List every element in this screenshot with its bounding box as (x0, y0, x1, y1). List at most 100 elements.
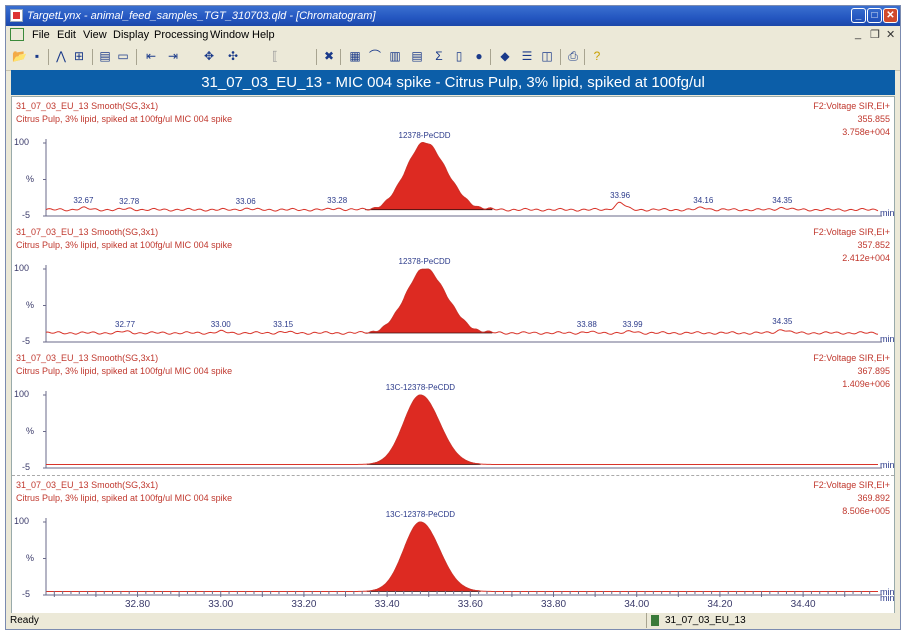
split-v-icon[interactable]: ◫ (540, 49, 554, 63)
sum-icon[interactable]: Σ (432, 49, 446, 63)
retention-time-label: 32.77 (115, 319, 136, 329)
integrated-peak (365, 142, 493, 211)
minimize-button[interactable]: _ (851, 8, 866, 23)
status-file-name: 31_07_03_EU_13 (665, 615, 746, 626)
x-tick-label: 34.00 (624, 599, 650, 610)
save-icon[interactable]: ▪ (30, 49, 44, 63)
x-tick-label: 34.40 (790, 599, 816, 610)
menu-window[interactable]: Window (210, 29, 249, 41)
chromatogram-plot (43, 265, 882, 343)
chromatogram-panel[interactable]: 31_07_03_EU_13 Smooth(SG,3x1) Citrus Pulp… (12, 349, 895, 475)
toolbar-separator (490, 49, 491, 65)
table-icon[interactable]: ▤ (410, 49, 424, 63)
mdi-minimize-button[interactable]: _ (855, 28, 861, 40)
chromatogram-area: 31_07_03_EU_13 Smooth(SG,3x1) Citrus Pulp… (11, 96, 895, 614)
toolbar-separator (92, 49, 93, 65)
spectrum-icon[interactable]: ▦ (348, 49, 362, 63)
menu-edit[interactable]: Edit (57, 29, 76, 41)
toolbar: 📂 ▪ ⋀ ⊞ ▤ ▭ ⇤ ⇥ ✥ ✣ ⟦ ✖ ▦ ⌒ ▥ ▤ Σ ▯ ● ◆ … (6, 44, 900, 71)
mdi-close-button[interactable]: ✕ (886, 28, 895, 41)
retention-time-label: 32.67 (73, 196, 94, 205)
maximize-button[interactable]: □ (867, 8, 882, 23)
help-icon[interactable]: ? (590, 49, 604, 63)
shift-left-icon[interactable]: ⇤ (144, 49, 158, 63)
bracket-icon[interactable]: ⟦ (268, 49, 282, 63)
menu-view[interactable]: View (83, 29, 107, 41)
x-axis: 32.80 33.00 33.20 33.40 33.60 33.80 34.00 34.20… (12, 591, 895, 613)
menu-bar: File Edit View Display Processing Window… (6, 26, 900, 44)
status-bar: Ready 31_07_03_EU_13 (6, 613, 900, 629)
retention-time-label: 33.06 (235, 196, 256, 206)
retention-time-label: 34.35 (772, 195, 793, 205)
print-icon[interactable]: ⎙ (566, 49, 580, 63)
x-tick-label: 33.00 (208, 599, 234, 610)
globe-icon[interactable]: ● (472, 49, 486, 63)
integrated-peak (366, 521, 481, 592)
shift-right-icon[interactable]: ⇥ (166, 49, 180, 63)
menu-display[interactable]: Display (113, 29, 149, 41)
zoom-in-icon[interactable]: ✥ (202, 49, 216, 63)
chromatogram-panel[interactable]: 31_07_03_EU_13 Smooth(SG,3x1) Citrus Pulp… (12, 475, 895, 602)
peak-name-label: 12378-PeCDD (398, 131, 451, 140)
chromatogram-trace (46, 521, 878, 592)
close-button[interactable]: ✕ (883, 8, 898, 23)
toolbar-separator (340, 49, 341, 65)
status-file-cell: 31_07_03_EU_13 (646, 613, 901, 628)
chromatogram-icon[interactable]: ⌒ (368, 49, 382, 63)
toolbar-separator (584, 49, 585, 65)
layers-icon[interactable]: ◆ (498, 49, 512, 63)
chromatogram-plot (43, 391, 882, 469)
toolbar-separator (316, 49, 317, 65)
toolbar-separator (560, 49, 561, 65)
chromatogram-doc-icon[interactable] (10, 28, 24, 41)
retention-time-label: 33.28 (327, 196, 348, 206)
monitor-icon[interactable]: ▭ (116, 49, 130, 63)
toolbar-separator (136, 49, 137, 65)
chromatogram-header: 31_07_03_EU_13 - MIC 004 spike - Citrus … (11, 70, 895, 95)
peak-name-label: 12378-PeCDD (398, 257, 451, 266)
cross-icon[interactable]: ✖ (322, 49, 336, 63)
integrate-icon[interactable]: ⊞ (72, 49, 86, 63)
x-unit-label: min (880, 593, 895, 603)
chromatogram-panel[interactable]: 31_07_03_EU_13 Smooth(SG,3x1) Citrus Pulp… (12, 97, 895, 223)
peak-name-label: 13C-12378-PeCDD (385, 383, 456, 392)
integrated-peak (365, 268, 493, 334)
retention-time-label: 34.35 (772, 317, 793, 327)
retention-time-label: 33.15 (273, 319, 294, 329)
toolbar-separator (48, 49, 49, 65)
menu-help[interactable]: Help (252, 29, 275, 41)
retention-time-label: 33.96 (610, 190, 631, 200)
bar-icon[interactable]: ▥ (388, 49, 402, 63)
menu-file[interactable]: File (32, 29, 50, 41)
zoom-out-icon[interactable]: ✣ (226, 49, 240, 63)
app-icon (10, 9, 23, 22)
copy-icon[interactable]: ▤ (98, 49, 112, 63)
x-tick-label: 33.60 (457, 599, 483, 610)
status-text: Ready (10, 615, 39, 626)
peak-name-label: 13C-12378-PeCDD (385, 510, 456, 519)
peak-icon[interactable]: ⋀ (54, 49, 68, 63)
book-icon[interactable]: ▯ (452, 49, 466, 63)
x-tick-label: 33.40 (374, 599, 400, 610)
chromatogram-plot (43, 139, 882, 217)
app-window: TargetLynx - animal_feed_samples_TGT_310… (5, 5, 901, 630)
mdi-restore-button[interactable]: ❐ (870, 28, 880, 41)
integrated-peak (366, 394, 481, 465)
chromatogram-trace (46, 394, 878, 465)
title-bar: TargetLynx - animal_feed_samples_TGT_310… (6, 6, 900, 26)
file-status-icon (651, 615, 659, 626)
x-tick-label: 33.20 (291, 599, 317, 610)
chromatogram-plot (43, 518, 882, 596)
split-h-icon[interactable]: ☰ (520, 49, 534, 63)
open-icon[interactable]: 📂 (12, 49, 27, 63)
window-title: TargetLynx - animal_feed_samples_TGT_310… (27, 10, 376, 22)
x-tick-label: 33.80 (541, 599, 567, 610)
x-tick-label: 34.20 (707, 599, 733, 610)
retention-time-label: 33.99 (622, 319, 643, 329)
chromatogram-panel[interactable]: 31_07_03_EU_13 Smooth(SG,3x1) Citrus Pulp… (12, 223, 895, 349)
menu-processing[interactable]: Processing (154, 29, 208, 41)
retention-time-label: 32.78 (119, 196, 140, 206)
retention-time-label: 33.00 (210, 319, 231, 329)
retention-time-label: 34.16 (693, 195, 714, 205)
retention-time-label: 33.88 (576, 319, 597, 329)
